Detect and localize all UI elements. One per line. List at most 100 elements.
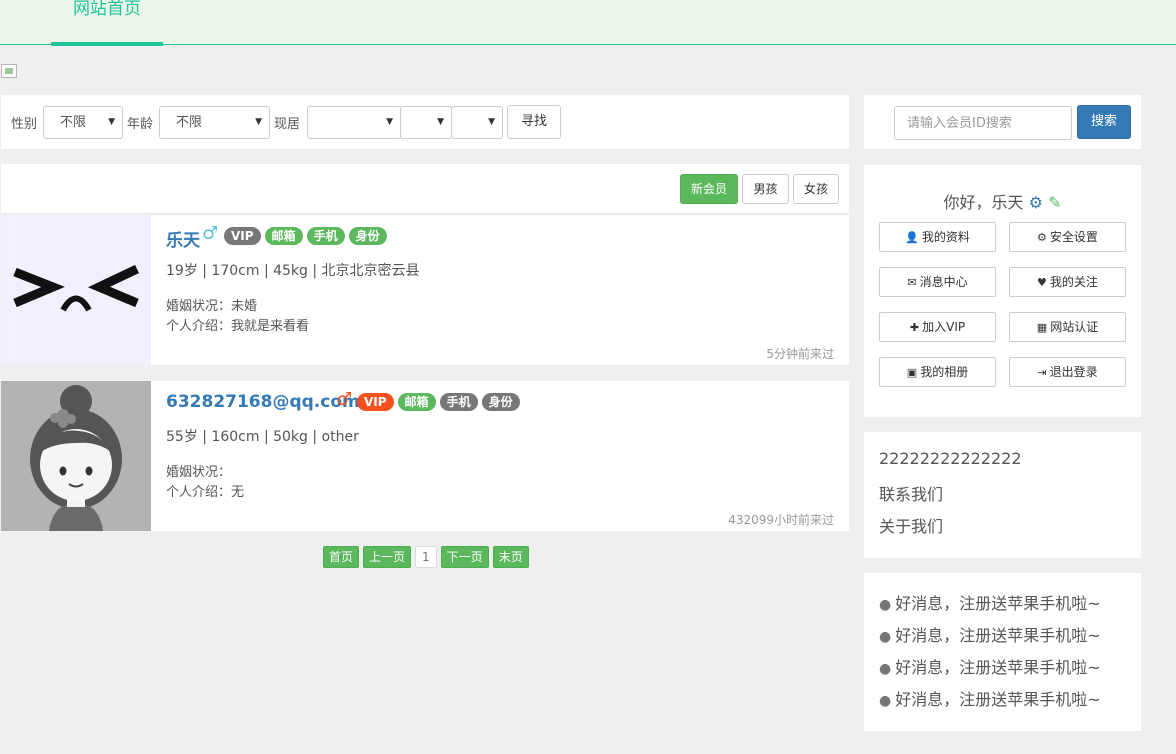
news-text: 好消息，注册送苹果手机啦~ [895, 594, 1101, 613]
badge-group: VIP 邮箱 手机 身份 [357, 393, 520, 411]
envelope-icon: ✉ [907, 276, 917, 289]
male-icon: ♂ [336, 389, 353, 410]
email-badge: 邮箱 [397, 393, 436, 411]
member-avatar[interactable] [1, 215, 151, 365]
security-settings-label: 安全设置 [1049, 230, 1098, 244]
email-badge: 邮箱 [264, 227, 303, 245]
link-item[interactable]: 22222222222222 [879, 449, 1022, 468]
residence-label: 现居 [274, 117, 301, 132]
gender-select-value: 不限 [60, 115, 87, 130]
male-icon: ♂ [202, 223, 219, 244]
news-text: 好消息，注册送苹果手机啦~ [895, 626, 1101, 645]
user-icon: 👤 [905, 231, 919, 244]
my-follows-label: 我的关注 [1049, 275, 1098, 289]
member-info: 55岁 | 160cm | 50kg | other [166, 429, 359, 445]
age-select[interactable]: 不限 ▼ [159, 106, 270, 139]
gender-select[interactable]: 不限 ▼ [43, 106, 123, 139]
user-panel: 你好，乐天 ⚙ ✎ 👤 我的资料 ⚙ 安全设置 ✉ 消息中心 ♥ 我的关注 ✚ 加入VIP… [864, 165, 1141, 417]
nav-home-label: 网站首页 [73, 0, 141, 19]
apple-icon: ● [879, 693, 892, 709]
phone-badge: 手机 [306, 227, 345, 245]
join-vip-button[interactable]: ✚ 加入VIP [879, 312, 996, 342]
news-item[interactable]: ● 好消息，注册送苹果手机啦~ [879, 590, 1101, 614]
gear-icon: ⚙ [1037, 231, 1047, 244]
news-text: 好消息，注册送苹果手机啦~ [895, 658, 1101, 677]
district-select[interactable]: ▼ [451, 106, 503, 139]
vip-badge: VIP [357, 393, 394, 411]
apple-icon: ● [879, 597, 892, 613]
city-select[interactable]: ▼ [400, 106, 452, 139]
find-button[interactable]: 寻找 [507, 105, 561, 139]
age-label: 年龄 [127, 117, 154, 132]
links-panel: 22222222222222 联系我们 关于我们 [864, 432, 1141, 558]
message-center-label: 消息中心 [919, 275, 968, 289]
pagination: 首页 上一页 1 下一页 末页 [323, 546, 529, 568]
greeting: 你好，乐天 ⚙ ✎ [864, 189, 1141, 213]
about-us-link[interactable]: 关于我们 [879, 513, 943, 537]
member-last-seen: 432099小时前来过 [728, 513, 834, 527]
logout-icon: ⇥ [1037, 366, 1047, 379]
tab-girls[interactable]: 女孩 [793, 174, 839, 204]
search-button[interactable]: 搜索 [1077, 105, 1131, 139]
member-id-search-input[interactable] [894, 106, 1072, 140]
chevron-down-icon: ▼ [437, 117, 444, 127]
phone-badge: 手机 [439, 393, 478, 411]
vip-badge: VIP [224, 227, 261, 245]
member-avatar[interactable] [1, 381, 151, 531]
tab-boys[interactable]: 男孩 [742, 174, 789, 204]
current-page[interactable]: 1 [415, 546, 437, 568]
member-last-seen: 5分钟前来过 [766, 347, 834, 361]
logout-label: 退出登录 [1049, 365, 1098, 379]
member-card: 乐天 ♂ VIP 邮箱 手机 身份 19岁 | 170cm | 45kg | 北… [1, 215, 849, 365]
member-name-link[interactable]: 乐天 [166, 226, 200, 251]
id-badge: 身份 [481, 393, 520, 411]
gender-label: 性别 [11, 117, 38, 132]
member-intro: 个人介绍：无 [166, 485, 245, 500]
qrcode-icon: ▦ [1036, 321, 1048, 334]
security-settings-button[interactable]: ⚙ 安全设置 [1009, 222, 1126, 252]
apple-icon: ● [879, 661, 892, 677]
apple-icon: ● [879, 629, 892, 645]
gear-icon[interactable]: ⚙ [1029, 193, 1043, 212]
nav-home-link[interactable]: 网站首页 [51, 0, 163, 46]
picture-icon: ▣ [906, 366, 918, 379]
broken-image [1, 64, 17, 78]
my-profile-button[interactable]: 👤 我的资料 [879, 222, 996, 252]
member-marital: 婚姻状况：未婚 [166, 299, 258, 314]
chevron-down-icon: ▼ [255, 117, 262, 127]
prev-page-button[interactable]: 上一页 [363, 546, 412, 568]
my-profile-label: 我的资料 [921, 230, 970, 244]
last-page-button[interactable]: 末页 [492, 546, 529, 568]
heart-icon: ♥ [1037, 276, 1047, 289]
join-vip-label: 加入VIP [922, 320, 966, 334]
site-verify-button[interactable]: ▦ 网站认证 [1009, 312, 1126, 342]
my-album-button[interactable]: ▣ 我的相册 [879, 357, 996, 387]
chevron-down-icon: ▼ [386, 117, 393, 127]
search-panel: 搜索 [864, 95, 1141, 149]
top-nav: 网站首页 [0, 0, 1176, 46]
province-select[interactable]: ▼ [307, 106, 401, 139]
first-page-button[interactable]: 首页 [323, 546, 360, 568]
member-name-link[interactable]: 632827168@qq.com [166, 392, 360, 412]
chevron-down-icon: ▼ [108, 117, 115, 127]
message-center-button[interactable]: ✉ 消息中心 [879, 267, 996, 297]
tab-new-members[interactable]: 新会员 [680, 174, 738, 204]
edit-icon[interactable]: ✎ [1048, 193, 1061, 212]
greeting-text: 你好，乐天 [943, 193, 1024, 212]
member-intro: 个人介绍：我就是来看看 [166, 319, 310, 334]
chevron-down-icon: ▼ [488, 117, 495, 127]
site-verify-label: 网站认证 [1050, 320, 1099, 334]
member-card: 632827168@qq.com ♂ VIP 邮箱 手机 身份 55岁 | 16… [1, 381, 849, 531]
news-item[interactable]: ● 好消息，注册送苹果手机啦~ [879, 654, 1101, 678]
next-page-button[interactable]: 下一页 [440, 546, 489, 568]
member-marital: 婚姻状况： [166, 465, 232, 480]
news-panel: ● 好消息，注册送苹果手机啦~ ● 好消息，注册送苹果手机啦~ ● 好消息，注册送苹果… [864, 573, 1141, 731]
logout-button[interactable]: ⇥ 退出登录 [1009, 357, 1126, 387]
id-badge: 身份 [348, 227, 387, 245]
news-item[interactable]: ● 好消息，注册送苹果手机啦~ [879, 686, 1101, 710]
my-follows-button[interactable]: ♥ 我的关注 [1009, 267, 1126, 297]
news-text: 好消息，注册送苹果手机啦~ [895, 690, 1101, 709]
nav-active-indicator [51, 42, 163, 46]
contact-us-link[interactable]: 联系我们 [879, 481, 943, 505]
news-item[interactable]: ● 好消息，注册送苹果手机啦~ [879, 622, 1101, 646]
